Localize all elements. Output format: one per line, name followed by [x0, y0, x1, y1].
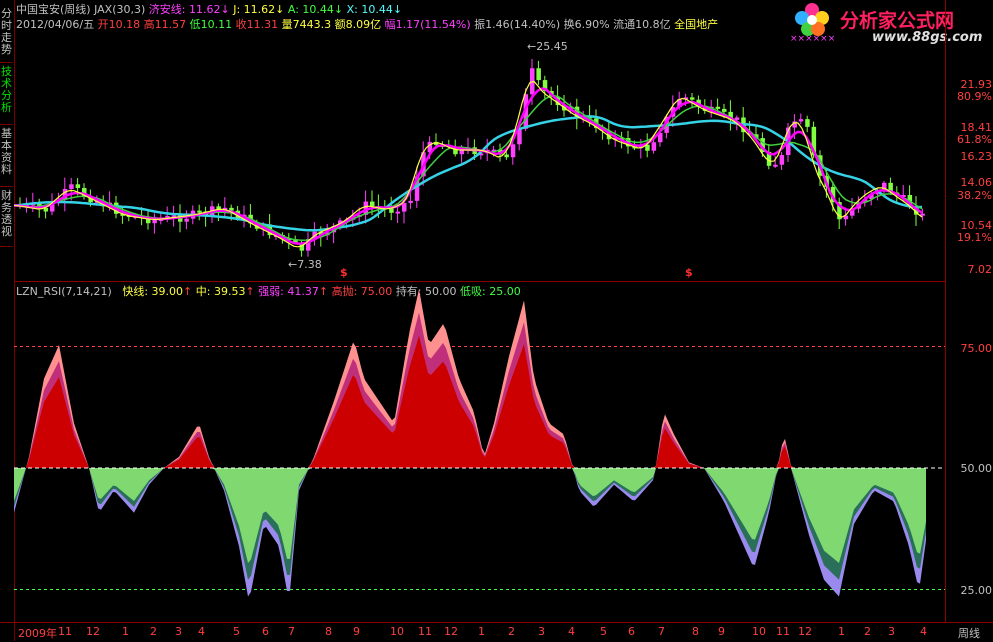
time-axis-tick: 7 — [658, 625, 665, 638]
time-axis-tick: 2 — [150, 625, 157, 638]
time-axis-tick: 5 — [233, 625, 240, 638]
time-axis-tick: 10 — [752, 625, 766, 638]
axis-tick: 38.2% — [957, 189, 992, 202]
period-label[interactable]: 周线 — [958, 625, 980, 641]
time-axis-tick: 7 — [288, 625, 295, 638]
time-axis-tick: 1 — [478, 625, 485, 638]
time-axis-tick: 6 — [628, 625, 635, 638]
candle-body — [184, 218, 189, 222]
candle-body — [773, 164, 778, 167]
candle-body — [798, 119, 804, 122]
candle-body — [197, 210, 202, 213]
sidebar: 分时走势 技术分析 基本资料 财务透视 — [0, 0, 15, 641]
axis-tick: 50.00 — [960, 462, 993, 475]
time-axis-tick: 4 — [568, 625, 575, 638]
time-axis-tick: 3 — [888, 625, 895, 638]
ma-line-cyan — [13, 115, 923, 232]
axis-tick: 61.8% — [957, 133, 992, 146]
indicator-chart-panel[interactable] — [14, 282, 945, 623]
candle-body — [69, 184, 74, 189]
candle-body — [395, 211, 401, 214]
signal-flag: $ — [340, 266, 348, 279]
sidebar-item-label: 财务透视 — [1, 189, 12, 238]
candle-body — [779, 155, 785, 165]
rsi-fast-area-rise — [14, 335, 926, 468]
candle-body — [805, 119, 810, 127]
candle-body — [920, 213, 925, 216]
time-axis-tick: 2009年 — [18, 627, 57, 640]
rsi-slow-area-fall — [14, 468, 926, 597]
candle-body — [536, 68, 541, 81]
time-axis-tick: 11 — [776, 625, 790, 638]
price-chart[interactable] — [13, 0, 945, 281]
time-axis-tick: 11 — [58, 625, 72, 638]
time-axis-tick: 4 — [920, 625, 927, 638]
time-axis-tick: 3 — [538, 625, 545, 638]
candle-body — [504, 154, 509, 158]
sidebar-item-financials[interactable]: 财务透视 — [0, 190, 13, 247]
candle-body — [517, 128, 522, 145]
candle-body — [510, 144, 516, 158]
axis-tick: 80.9% — [957, 90, 992, 103]
time-axis-tick: 1 — [122, 625, 129, 638]
time-axis-tick: 12 — [86, 625, 100, 638]
time-axis-tick: 5 — [600, 625, 607, 638]
sidebar-item-technical[interactable]: 技术分析 — [0, 66, 13, 125]
time-axis-tick: 2 — [508, 625, 515, 638]
time-axis-tick: 6 — [262, 625, 269, 638]
time-axis-tick: 8 — [325, 625, 332, 638]
time-axis-tick: 9 — [353, 625, 360, 638]
price-axis: 21.93 80.9% 18.41 61.8% 16.23 14.06 38.2… — [945, 0, 993, 622]
axis-tick: 7.02 — [967, 263, 993, 276]
candle-body — [715, 106, 721, 109]
candle-body — [651, 142, 657, 151]
time-axis-tick: 1 — [838, 625, 845, 638]
sidebar-item-fundamentals[interactable]: 基本资料 — [0, 128, 13, 187]
sidebar-item-label: 分时走势 — [1, 7, 12, 56]
axis-tick: 25.00 — [960, 584, 993, 597]
candle-body — [370, 201, 375, 207]
candle-body — [152, 219, 157, 224]
time-axis-tick: 2 — [864, 625, 871, 638]
time-axis-tick: 10 — [390, 625, 404, 638]
axis-tick: 75.00 — [960, 342, 993, 355]
time-axis-tick: 11 — [418, 625, 432, 638]
price-chart-panel[interactable] — [13, 0, 945, 282]
candle-body — [408, 200, 413, 203]
rsi-mid-area-fall — [14, 468, 926, 580]
candle-body — [690, 97, 695, 100]
price-low-label: ←7.38 — [288, 258, 322, 271]
sidebar-item-label: 基本资料 — [1, 127, 12, 176]
rsi-chart[interactable] — [14, 282, 945, 622]
axis-tick: 19.1% — [957, 231, 992, 244]
sidebar-item-label: 技术分析 — [1, 65, 12, 114]
signal-flag: $ — [685, 266, 693, 279]
axis-tick: 14.06 — [960, 176, 993, 189]
axis-tick: 16.23 — [960, 150, 993, 163]
time-axis-tick: 9 — [718, 625, 725, 638]
candle-body — [722, 108, 727, 112]
time-axis-tick: 12 — [798, 625, 812, 638]
price-high-label: ←25.45 — [527, 40, 568, 53]
time-axis-tick: 3 — [175, 625, 182, 638]
time-axis-tick: 8 — [692, 625, 699, 638]
candle-body — [75, 184, 81, 189]
time-axis-tick: 12 — [444, 625, 458, 638]
candle-body — [43, 207, 49, 212]
time-axis-tick: 4 — [198, 625, 205, 638]
sidebar-item-timeshare[interactable]: 分时走势 — [0, 8, 13, 63]
